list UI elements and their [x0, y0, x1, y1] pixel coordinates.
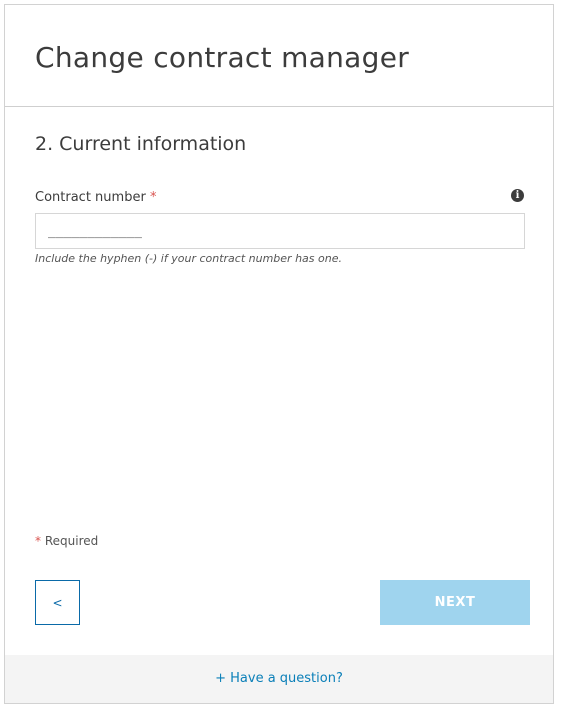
contract-number-label-text: Contract number [35, 190, 146, 205]
contract-number-input[interactable] [35, 213, 525, 249]
contract-number-label: Contract number * [35, 190, 156, 205]
section-title: 2. Current information [35, 133, 247, 155]
required-note: * Required [35, 534, 98, 548]
next-button[interactable]: NEXT [380, 580, 530, 625]
page-title: Change contract manager [35, 41, 410, 74]
contract-number-hint: Include the hyphen (-) if your contract … [35, 252, 342, 265]
card-header: Change contract manager [5, 5, 553, 107]
info-icon[interactable]: i [511, 189, 524, 202]
required-note-text: Required [44, 534, 99, 548]
back-button[interactable]: < [35, 580, 80, 625]
form-card: Change contract manager 2. Current infor… [4, 4, 554, 704]
have-a-question-link[interactable]: + Have a question? [5, 671, 553, 686]
required-star: * [149, 190, 157, 205]
required-note-star: * [35, 534, 41, 548]
card-footer: + Have a question? [5, 655, 553, 703]
